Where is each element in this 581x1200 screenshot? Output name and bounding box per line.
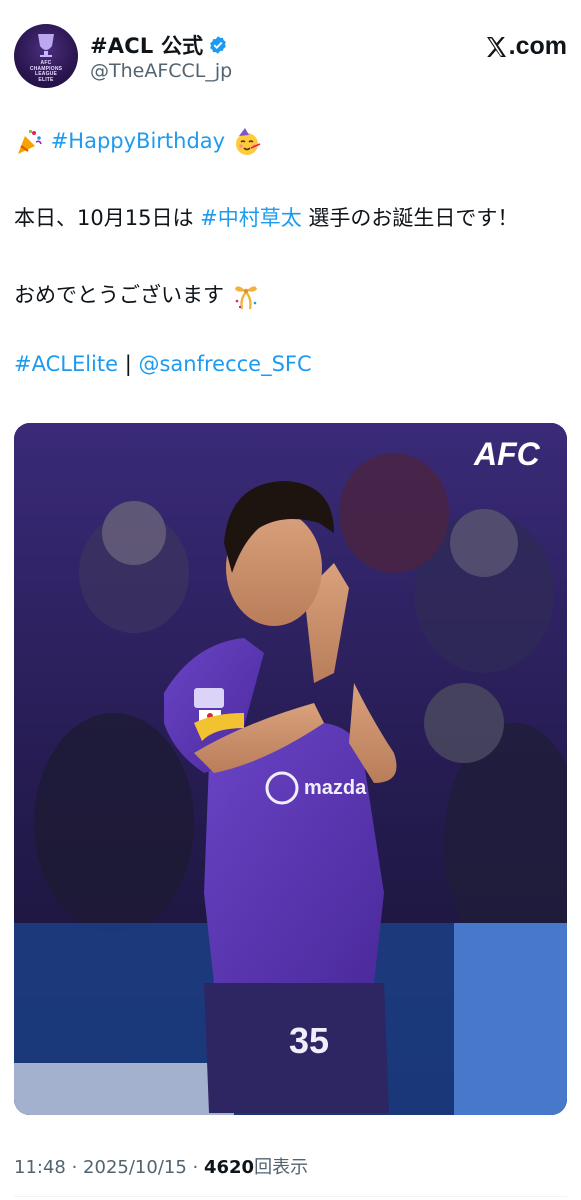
post-text: 選手のお誕生日です！	[301, 206, 519, 230]
post-time[interactable]: 11:48	[14, 1157, 66, 1178]
handle[interactable]: @TheAFCCL_jp	[90, 60, 232, 82]
player-photo: mazda 35 AFC	[14, 423, 567, 1115]
meta-separator: ·	[65, 1157, 84, 1178]
x-logo-icon	[486, 36, 506, 57]
gift-ribbon-icon	[234, 286, 257, 310]
hashtag-link[interactable]: #ACLElite	[14, 352, 118, 376]
post-date[interactable]: 2025/10/15	[83, 1157, 187, 1178]
avatar-text: AFC CHAMPIONS LEAGUE ELITE	[14, 60, 78, 83]
party-popper-icon	[18, 130, 42, 154]
separator: |	[118, 352, 139, 376]
avatar[interactable]: AFC CHAMPIONS LEAGUE ELITE	[14, 24, 78, 88]
jersey-number-text: 35	[289, 1020, 329, 1061]
mention-link[interactable]: @sanfrecce_SFC	[138, 352, 311, 376]
view-count-label: 回表示	[254, 1157, 309, 1178]
hashtag-link[interactable]: #中村草太	[200, 206, 302, 230]
post-text: おめでとうございます	[14, 283, 224, 307]
verified-badge-icon	[210, 36, 227, 54]
post-line-2: 本日、10月15日は #中村草太 選手のお誕生日です！	[14, 202, 518, 232]
name-row: #ACL 公式	[90, 30, 228, 60]
post-image[interactable]: mazda 35 AFC	[14, 423, 567, 1115]
view-count: 4620	[203, 1157, 255, 1178]
post-meta: 11:48 · 2025/10/15 · 4620回表示	[14, 1153, 308, 1179]
avatar-text-line: ELITE	[38, 76, 54, 83]
meta-separator: ·	[186, 1157, 204, 1178]
post-line-3: おめでとうございます	[14, 279, 261, 311]
x-logo[interactable]: .com	[484, 32, 567, 61]
post-header: AFC CHAMPIONS LEAGUE ELITE #ACL 公式 @TheA…	[14, 22, 567, 92]
hashtag-link[interactable]: #HappyBirthday	[51, 129, 225, 153]
post-line-4: #ACLElite | @sanfrecce_SFC	[14, 352, 312, 376]
post-text: 本日、10月15日は	[14, 206, 201, 230]
display-name[interactable]: #ACL 公式	[90, 30, 203, 60]
jersey-sponsor-text: mazda	[304, 777, 367, 799]
site-logo-text: .com	[508, 32, 567, 60]
post-line-1: #HappyBirthday	[14, 127, 262, 157]
afc-watermark-text: AFC	[473, 436, 541, 472]
divider	[14, 1196, 567, 1197]
partying-face-icon	[235, 128, 261, 155]
